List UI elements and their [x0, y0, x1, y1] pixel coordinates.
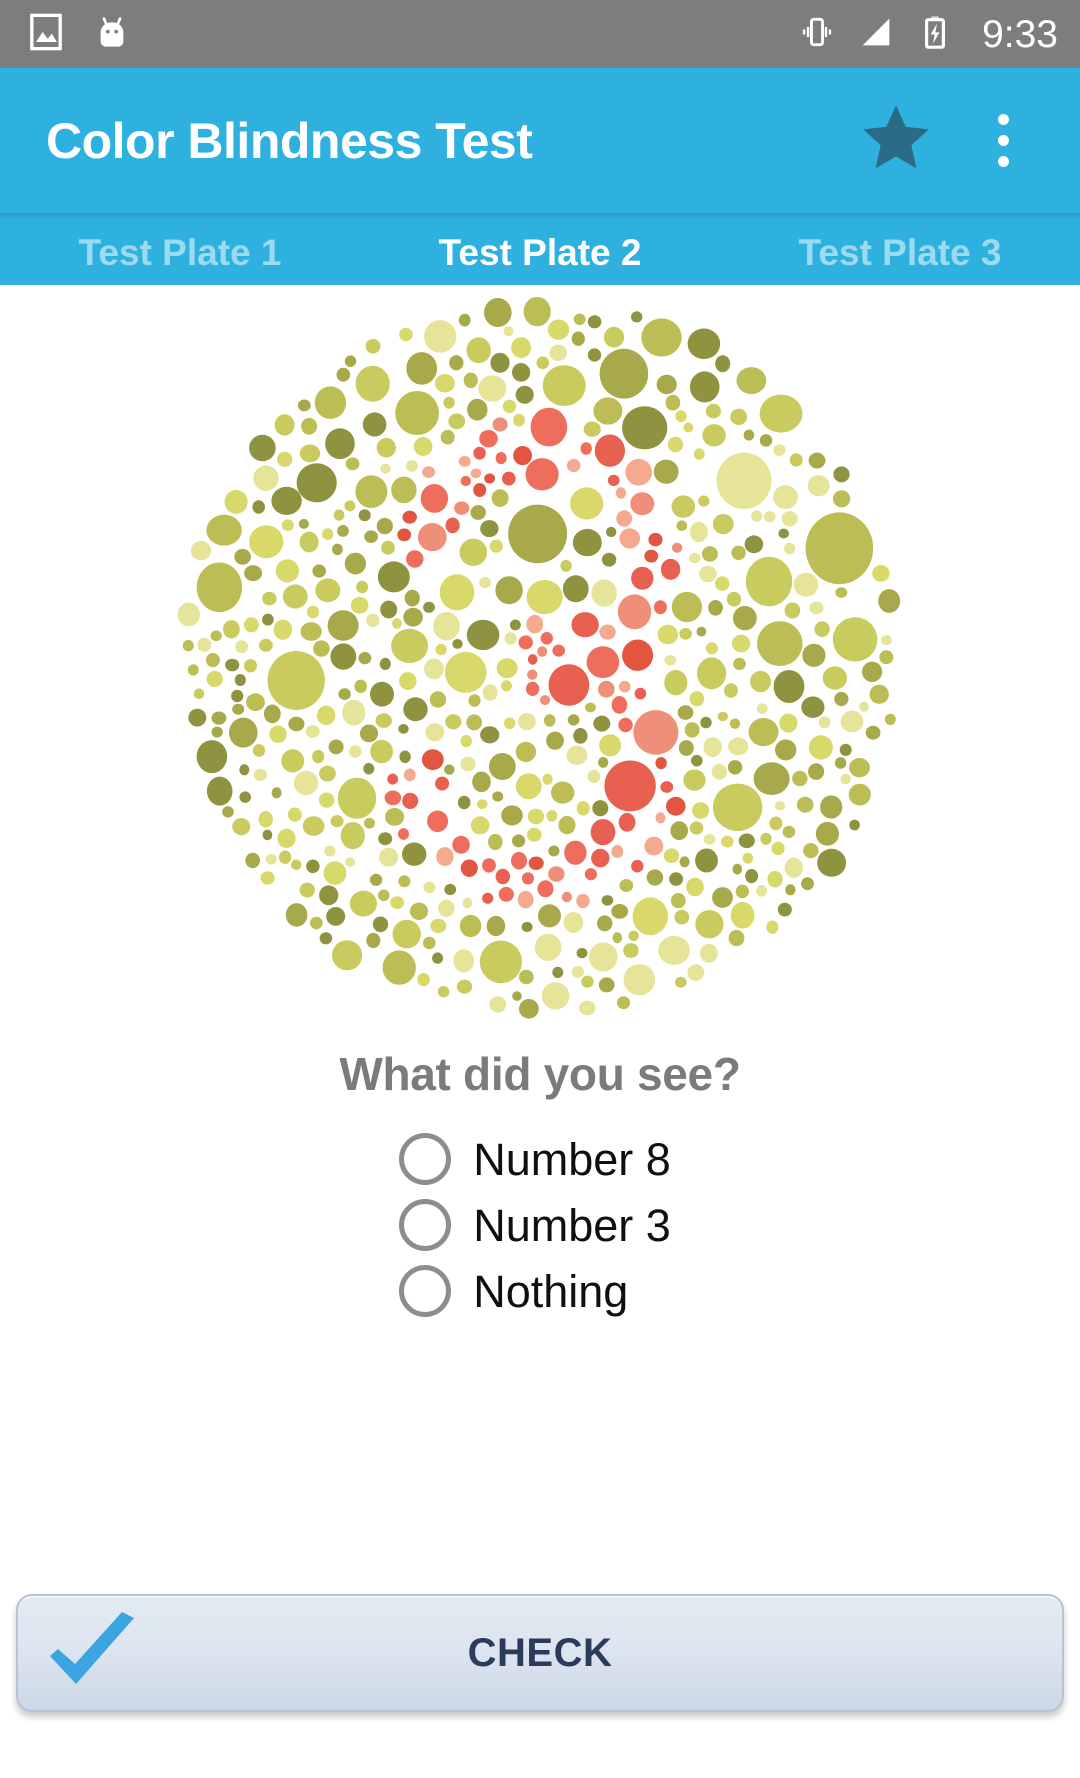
status-bar-left-icons	[26, 12, 132, 57]
vibrate-icon	[798, 13, 836, 56]
favorite-button[interactable]	[854, 99, 938, 183]
main-content: What did you see? Number 8 Number 3 Noth…	[0, 285, 1080, 1778]
radio-button[interactable]	[399, 1199, 452, 1251]
signal-icon	[856, 12, 896, 57]
image-icon	[26, 12, 66, 57]
option-label: Number 8	[473, 1133, 671, 1185]
app-bar-actions	[854, 99, 1052, 183]
ishihara-plate-image	[170, 289, 910, 1029]
question-text: What did you see?	[339, 1048, 741, 1100]
check-button-label: CHECK	[467, 1630, 613, 1675]
option-number-8[interactable]: Number 8	[399, 1133, 671, 1185]
star-icon	[857, 99, 935, 182]
option-label: Number 3	[473, 1199, 671, 1251]
checkmark-icon	[42, 1610, 142, 1696]
option-label: Nothing	[473, 1265, 629, 1317]
status-clock: 9:33	[982, 12, 1058, 56]
page-title: Color Blindness Test	[46, 112, 533, 169]
tab-test-plate-2[interactable]: Test Plate 2	[360, 233, 720, 285]
answer-options: Number 8 Number 3 Nothing	[399, 1133, 671, 1317]
android-mascot-icon	[92, 12, 132, 57]
check-button[interactable]: CHECK	[16, 1594, 1064, 1712]
app-bar: Color Blindness Test	[0, 68, 1080, 213]
status-bar: 9:33	[0, 0, 1080, 68]
radio-button[interactable]	[399, 1133, 452, 1185]
option-nothing[interactable]: Nothing	[399, 1265, 671, 1317]
overflow-menu-button[interactable]	[968, 99, 1052, 183]
option-number-3[interactable]: Number 3	[399, 1199, 671, 1251]
overflow-menu-icon	[997, 114, 1009, 125]
status-bar-right-icons: 9:33	[798, 12, 1058, 57]
radio-button[interactable]	[399, 1265, 452, 1317]
overflow-menu-icon	[997, 135, 1009, 146]
overflow-menu-icon	[997, 156, 1009, 167]
tab-test-plate-1[interactable]: Test Plate 1	[0, 233, 360, 285]
battery-charging-icon	[916, 13, 954, 56]
tab-test-plate-3[interactable]: Test Plate 3	[720, 233, 1080, 285]
tab-bar: Test Plate 1 Test Plate 2 Test Plate 3	[0, 213, 1080, 285]
app-screen: 9:33 Color Blindness Test Test Plate 1 T…	[0, 0, 1080, 1778]
check-button-area: CHECK	[0, 1594, 1080, 1778]
